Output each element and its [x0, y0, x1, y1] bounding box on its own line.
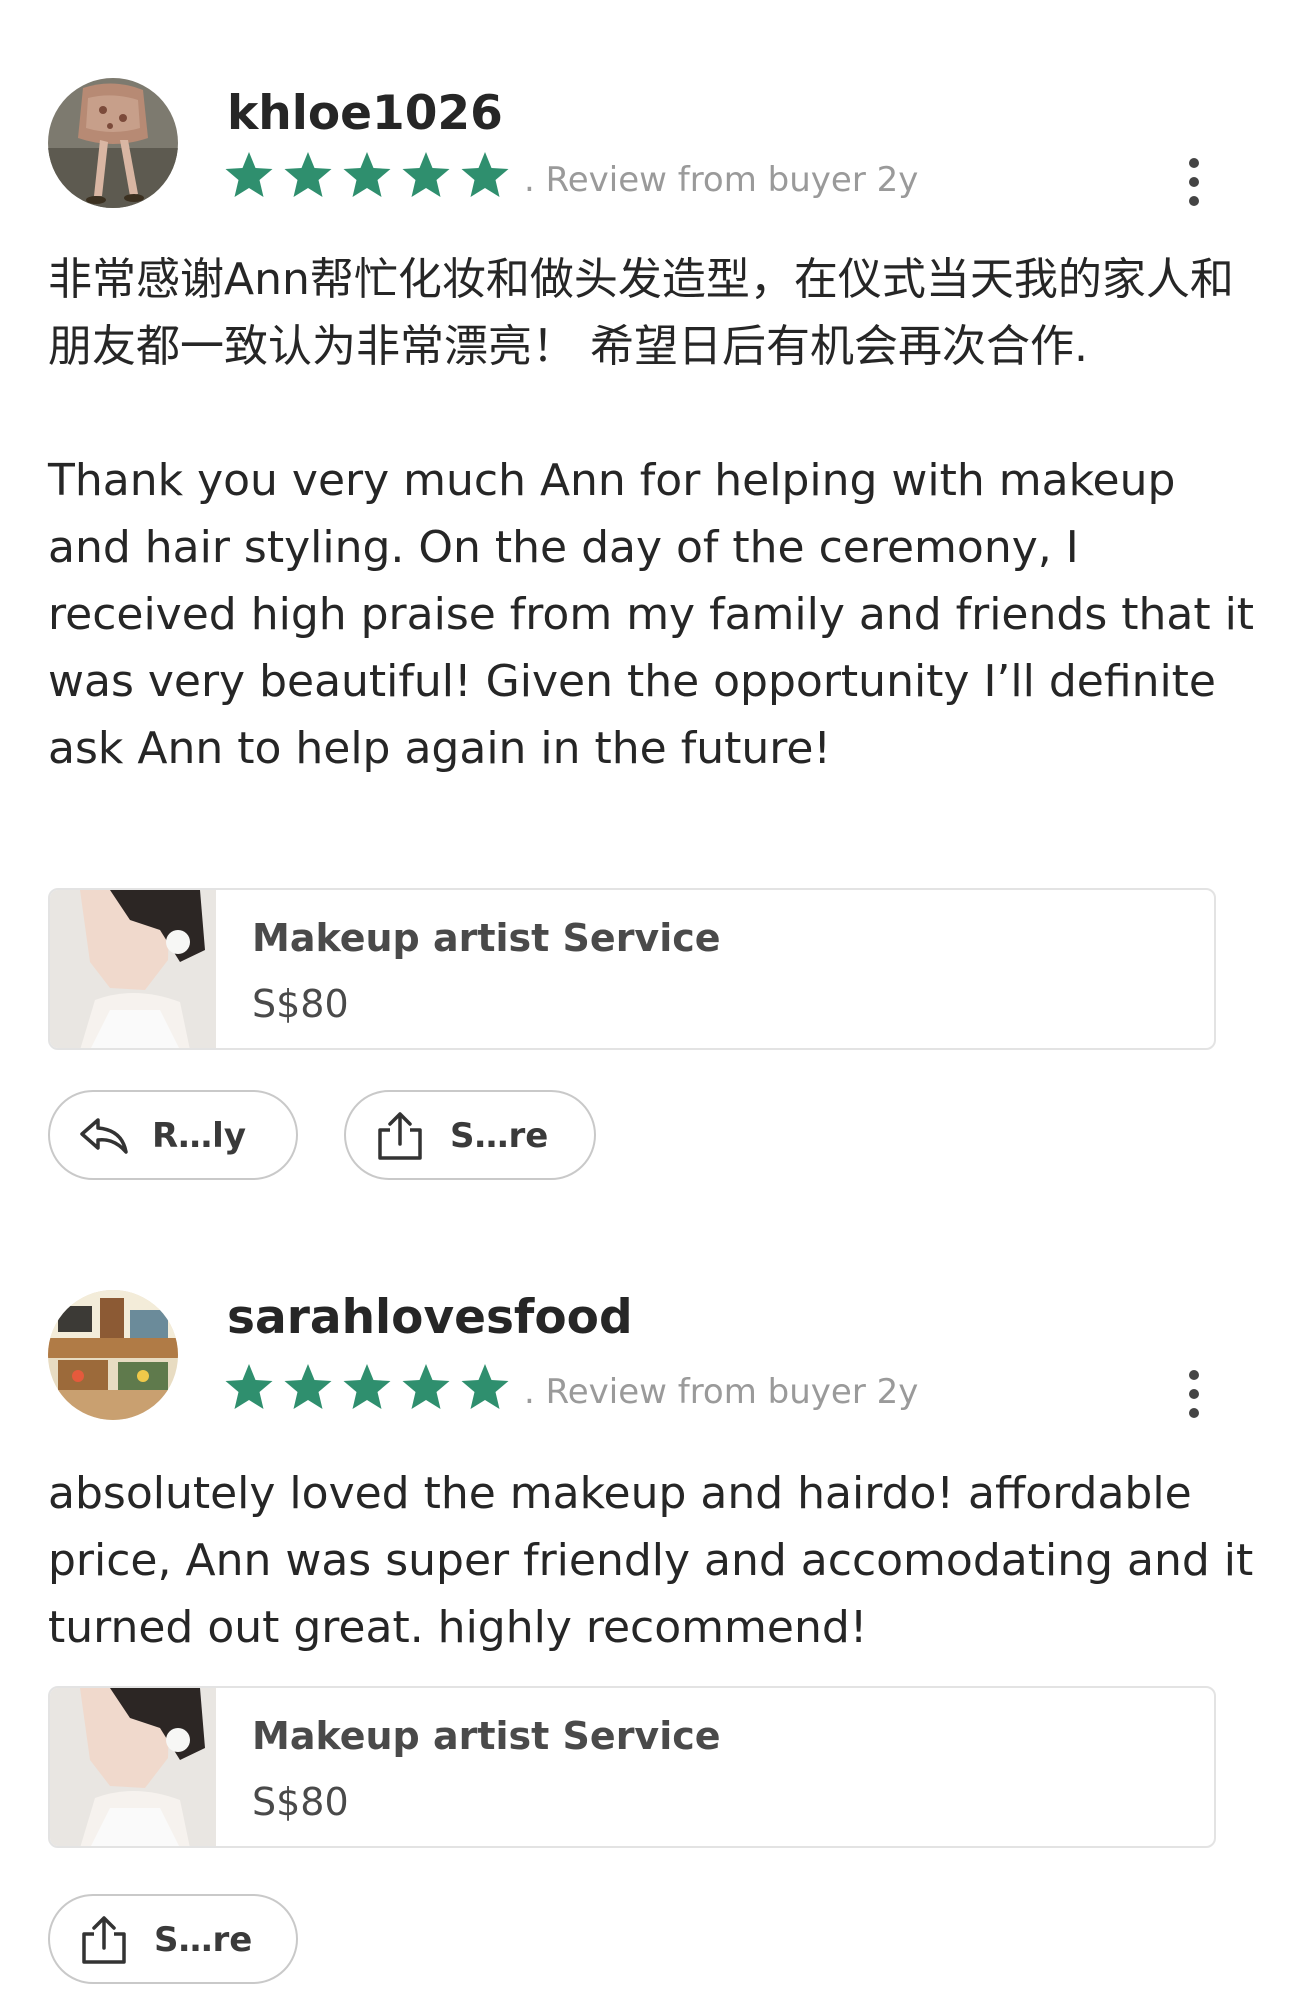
share-label: S…re: [154, 1920, 253, 1960]
star-icon: [225, 1364, 273, 1409]
reviewer-username[interactable]: sarahlovesfood: [227, 1290, 633, 1345]
avatar-illustration-image: [48, 1290, 178, 1420]
product-price: S$80: [252, 1780, 349, 1824]
star-icon: [402, 152, 450, 197]
product-price: S$80: [252, 982, 349, 1026]
share-button[interactable]: S…re: [48, 1894, 298, 1984]
avatar-photo-image: [48, 78, 178, 208]
star-icon: [343, 152, 391, 197]
reply-label: R…ly: [152, 1116, 246, 1156]
share-icon: [378, 1112, 422, 1160]
star-rating: [225, 1364, 509, 1409]
star-icon: [402, 1364, 450, 1409]
star-icon: [461, 1364, 509, 1409]
review-text: 非常感谢Ann帮忙化妆和做头发造型，在仪式当天我的家人和朋友都一致认为非常漂亮！…: [48, 246, 1258, 782]
star-icon: [343, 1364, 391, 1409]
share-icon: [82, 1916, 126, 1964]
reviewer-avatar[interactable]: [48, 78, 178, 208]
reviewer-username[interactable]: khloe1026: [227, 86, 503, 141]
star-rating: [225, 152, 509, 197]
reply-icon: [80, 1118, 128, 1154]
star-icon: [284, 1364, 332, 1409]
review-paragraph: 非常感谢Ann帮忙化妆和做头发造型，在仪式当天我的家人和朋友都一致认为非常漂亮！…: [48, 254, 1234, 372]
reply-button[interactable]: R…ly: [48, 1090, 298, 1180]
review-paragraph: absolutely loved the makeup and hairdo! …: [48, 1468, 1254, 1653]
star-icon: [225, 152, 273, 197]
more-vertical-icon[interactable]: [1174, 1364, 1214, 1424]
more-vertical-icon[interactable]: [1174, 152, 1214, 212]
star-icon: [284, 152, 332, 197]
review-meta: . Review from buyer 2y: [524, 160, 919, 200]
review-paragraph: Thank you very much Ann for helping with…: [48, 455, 1255, 774]
product-thumbnail: [50, 890, 216, 1048]
review-meta: . Review from buyer 2y: [524, 1372, 919, 1412]
review-text: absolutely loved the makeup and hairdo! …: [48, 1460, 1258, 1661]
product-card[interactable]: Makeup artist Service S$80: [48, 888, 1216, 1050]
product-name: Makeup artist Service: [252, 916, 721, 960]
star-icon: [461, 152, 509, 197]
product-thumbnail: [50, 1688, 216, 1846]
product-name: Makeup artist Service: [252, 1714, 721, 1758]
share-label: S…re: [450, 1116, 549, 1156]
share-button[interactable]: S…re: [344, 1090, 596, 1180]
product-card[interactable]: Makeup artist Service S$80: [48, 1686, 1216, 1848]
reviewer-avatar[interactable]: [48, 1290, 178, 1420]
